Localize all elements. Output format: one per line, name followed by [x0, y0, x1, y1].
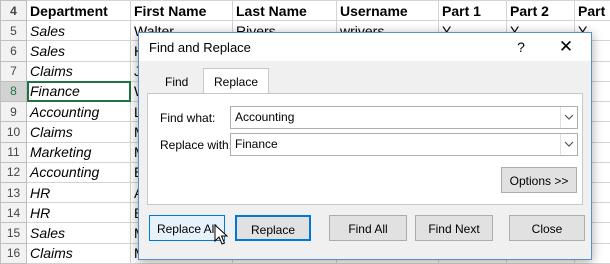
cell-department[interactable]: Sales	[26, 40, 131, 62]
header-username[interactable]: Username	[336, 0, 439, 22]
replace-button[interactable]: Replace	[235, 215, 311, 241]
row-number[interactable]: 10	[0, 121, 27, 143]
cell-department[interactable]: Accounting	[26, 161, 131, 183]
row-number[interactable]: 11	[0, 141, 27, 163]
find-what-combobox[interactable]: Accounting	[230, 106, 578, 129]
find-next-button[interactable]: Find Next	[415, 215, 493, 241]
cell-department[interactable]: Sales	[26, 222, 131, 244]
header-department[interactable]: Department	[26, 0, 131, 22]
dialog-title: Find and Replace	[149, 40, 251, 55]
tab-find[interactable]: Find	[155, 71, 198, 93]
close-button[interactable]: Close	[509, 215, 585, 241]
cell-department[interactable]: HR	[26, 202, 131, 224]
mouse-cursor-icon	[214, 224, 228, 245]
find-all-button[interactable]: Find All	[329, 215, 407, 241]
tab-replace[interactable]: Replace	[203, 68, 270, 95]
help-button[interactable]: ?	[509, 35, 533, 59]
options-button[interactable]: Options >>	[501, 167, 577, 193]
cell-department[interactable]: Accounting	[26, 101, 131, 123]
row-number[interactable]: 8	[0, 80, 27, 103]
tab-replace-label: Replace	[214, 75, 259, 89]
cell-department[interactable]: Claims	[26, 121, 131, 143]
find-what-input[interactable]: Accounting	[235, 107, 294, 128]
cell-department[interactable]: Claims	[26, 60, 131, 82]
cell-department[interactable]: Marketing	[26, 141, 131, 163]
replace-with-label: Replace with:	[160, 138, 233, 152]
row-number[interactable]: 15	[0, 222, 27, 244]
row-number[interactable]: 6	[0, 40, 27, 62]
header-part-2[interactable]: Part 2	[506, 0, 575, 22]
row-number[interactable]: 14	[0, 202, 27, 224]
find-what-dropdown-button[interactable]	[560, 107, 577, 128]
header-part-1[interactable]: Part 1	[438, 0, 507, 22]
cell-department[interactable]: Sales	[26, 20, 131, 42]
replace-with-dropdown-button[interactable]	[560, 134, 577, 155]
row-number[interactable]: 16	[0, 242, 27, 264]
find-what-label: Find what:	[160, 111, 216, 125]
row-number[interactable]: 5	[0, 20, 27, 42]
header-last-name[interactable]: Last Name	[232, 0, 337, 22]
dialog-titlebar[interactable]: Find and Replace ? ✕	[139, 33, 591, 61]
row-number[interactable]: 13	[0, 181, 27, 204]
close-icon[interactable]: ✕	[551, 35, 581, 59]
chevron-down-icon	[564, 141, 574, 147]
row-number[interactable]: 7	[0, 60, 27, 82]
cell-department[interactable]: HR	[26, 181, 131, 204]
header-part-3[interactable]: Part	[574, 0, 610, 22]
find-replace-dialog: Find and Replace ? ✕ Find Replace Find w…	[138, 32, 592, 260]
replace-with-input[interactable]: Finance	[235, 134, 278, 155]
header-first-name[interactable]: First Name	[130, 0, 233, 22]
row-number[interactable]: 12	[0, 161, 27, 183]
tab-find-label: Find	[165, 75, 189, 89]
replace-with-combobox[interactable]: Finance	[230, 133, 578, 156]
header-row: 4 Department First Name Last Name Userna…	[0, 0, 610, 22]
chevron-down-icon	[564, 114, 574, 120]
row-number[interactable]: 4	[0, 0, 27, 22]
cell-department-selected[interactable]: Finance	[26, 80, 131, 103]
cell-department[interactable]: Claims	[26, 242, 131, 264]
row-number[interactable]: 9	[0, 101, 27, 123]
